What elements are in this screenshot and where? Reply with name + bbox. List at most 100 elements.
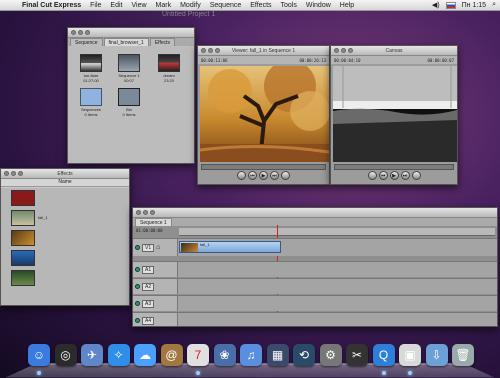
browser-window: Sequence final_browser_1 Effects tun-fla…: [67, 27, 195, 164]
tab-effects[interactable]: Effects: [149, 38, 176, 46]
lock-icon[interactable]: ⌂: [156, 244, 160, 251]
menu-sequence[interactable]: Sequence: [210, 2, 242, 9]
browser-item-clip-2[interactable]: dream 23:20: [156, 54, 182, 83]
play-icon[interactable]: ▶: [389, 170, 399, 180]
app-menu[interactable]: Final Cut Express: [22, 2, 81, 9]
menu-help[interactable]: Help: [340, 2, 354, 9]
track-audible-icon[interactable]: [135, 318, 140, 323]
downloads-folder-icon[interactable]: ⇩: [425, 344, 448, 366]
track-header: A4: [133, 313, 178, 326]
tab-sequence[interactable]: Sequence: [70, 38, 103, 46]
background-window-title: Untitled Project 1: [162, 11, 216, 18]
list-item[interactable]: fall_1: [11, 210, 48, 226]
list-item[interactable]: [11, 270, 35, 286]
close-icon[interactable]: [136, 210, 141, 215]
menu-tools[interactable]: Tools: [281, 2, 297, 9]
ical-icon[interactable]: 7: [187, 344, 209, 375]
play-around-icon[interactable]: [281, 170, 290, 180]
menu-mark[interactable]: Mark: [156, 2, 172, 9]
track-label[interactable]: A4: [142, 316, 155, 325]
track-label[interactable]: V1: [142, 243, 155, 252]
next-edit-icon[interactable]: ⏭: [270, 170, 279, 180]
list-item[interactable]: [11, 190, 35, 206]
trash-icon[interactable]: 🗑: [452, 344, 474, 366]
menu-modify[interactable]: Modify: [180, 2, 201, 9]
close-icon[interactable]: [71, 30, 76, 35]
previous-edit-icon[interactable]: ⏮: [378, 170, 388, 180]
browser-titlebar[interactable]: [68, 28, 194, 38]
viewer-window: Viewer: fall_1 in Sequence 1 00:00:13:06…: [197, 45, 330, 185]
mail-icon[interactable]: ✈: [81, 344, 103, 366]
itunes-icon[interactable]: ♫: [240, 344, 262, 366]
menu-effects[interactable]: Effects: [250, 2, 271, 9]
spotlight-icon[interactable]: ⌕: [492, 1, 496, 9]
track-label[interactable]: A3: [142, 299, 155, 308]
list-item[interactable]: [11, 230, 35, 246]
menu-window[interactable]: Window: [306, 2, 331, 9]
browser-item-bin[interactable]: Sequences 0 Items: [78, 88, 104, 117]
track-audible-icon[interactable]: [135, 267, 140, 272]
safari-icon[interactable]: ✧: [107, 344, 130, 366]
finder-icon[interactable]: ☺: [28, 344, 50, 375]
viewer-duration[interactable]: 00:00:13:06: [201, 58, 228, 63]
track-header: A1: [133, 262, 178, 277]
zoom-icon[interactable]: [85, 30, 90, 35]
effects-column-header[interactable]: Name: [1, 179, 129, 187]
system-preferences-icon[interactable]: ⚙: [319, 344, 342, 366]
timeline-ruler[interactable]: [179, 225, 495, 325]
quicktime-icon[interactable]: Q: [372, 344, 395, 375]
menu-file[interactable]: File: [90, 2, 101, 9]
play-in-to-out-icon[interactable]: [367, 170, 377, 180]
track-audible-icon[interactable]: [135, 301, 140, 306]
ichat-icon[interactable]: ☁: [134, 344, 156, 366]
canvas-current-time[interactable]: 00:00:00:07: [428, 58, 455, 63]
audio-track-a3: A3: [133, 295, 497, 311]
clock[interactable]: Пн 1:15: [462, 2, 486, 9]
tab-browser[interactable]: final_browser_1: [103, 38, 149, 46]
play-icon[interactable]: ▶: [259, 170, 268, 180]
viewer-titlebar[interactable]: Viewer: fall_1 in Sequence 1: [198, 46, 329, 56]
timeline-current-time[interactable]: 01:00:00:00: [136, 228, 163, 233]
track-audible-icon[interactable]: [135, 284, 140, 289]
dashboard-icon[interactable]: ◎: [54, 344, 77, 366]
next-edit-icon[interactable]: ⏭: [400, 170, 410, 180]
menu-view[interactable]: View: [131, 2, 146, 9]
preview-icon[interactable]: ▣: [399, 344, 421, 375]
play-around-icon[interactable]: [411, 170, 421, 180]
zoom-icon[interactable]: [150, 210, 155, 215]
canvas-video[interactable]: [333, 66, 457, 162]
address-book-icon[interactable]: @: [160, 344, 183, 366]
timeline-clip[interactable]: fall_1: [179, 241, 281, 253]
track-label[interactable]: A1: [142, 265, 155, 274]
track-label[interactable]: A2: [142, 282, 155, 291]
dock: ☺ ◎ ✈ ✧ ☁ @7 ❀ ♫ ▦ ⟲ ⚙ ✂ Q ▣ ⇩ 🗑: [5, 338, 495, 378]
timeline-titlebar[interactable]: [133, 208, 497, 218]
viewer-video[interactable]: [199, 60, 329, 163]
canvas-duration[interactable]: 00:00:04:10: [334, 58, 361, 63]
folder-icon: [80, 88, 102, 106]
play-in-to-out-icon[interactable]: [237, 170, 246, 180]
list-item[interactable]: [11, 250, 35, 266]
spaces-icon[interactable]: ▦: [266, 344, 289, 366]
tab-sequence-1[interactable]: Sequence 1: [135, 218, 172, 226]
clapper-icon[interactable]: ✂: [346, 344, 368, 366]
viewer-current-time[interactable]: 00:00:26:13: [300, 58, 327, 63]
volume-icon[interactable]: ◀): [432, 1, 440, 9]
track-visibility-icon[interactable]: [135, 245, 140, 250]
browser-item-bin-2[interactable]: Bin 0 Items: [116, 88, 142, 117]
previous-edit-icon[interactable]: ⏮: [248, 170, 257, 180]
iphoto-icon[interactable]: ❀: [213, 344, 236, 366]
clip-thumbnail: [158, 54, 180, 72]
canvas-titlebar[interactable]: Canvas: [331, 46, 457, 56]
input-language-icon[interactable]: [445, 1, 456, 9]
menu-bar: Final Cut Express File Edit View Mark Mo…: [0, 0, 500, 11]
minimize-icon[interactable]: [143, 210, 148, 215]
minimize-icon[interactable]: [78, 30, 83, 35]
browser-item-sequence[interactable]: Sequence 1 00:07: [116, 54, 142, 83]
autumn-tree-image: [199, 60, 329, 163]
browser-item-clip[interactable]: tun-flare 01:27:00: [78, 54, 104, 83]
effects-titlebar[interactable]: Effects: [1, 169, 129, 179]
canvas-title: Canvas: [385, 47, 403, 54]
menu-edit[interactable]: Edit: [110, 2, 122, 9]
time-machine-icon[interactable]: ⟲: [293, 344, 315, 366]
